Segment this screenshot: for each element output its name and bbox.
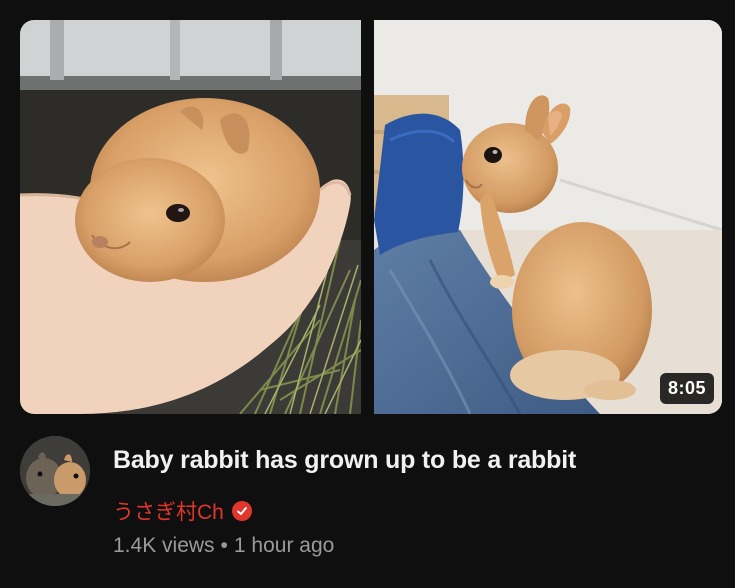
video-meta: Baby rabbit has grown up to be a rabbit … [20, 434, 722, 574]
channel-avatar[interactable] [20, 436, 90, 506]
right-panel [374, 20, 722, 414]
video-title[interactable]: Baby rabbit has grown up to be a rabbit [113, 446, 576, 475]
channel-name[interactable]: うさぎ村Ch [113, 496, 224, 526]
channel-row: うさぎ村Ch [113, 496, 252, 526]
thumbnail-image [20, 20, 722, 414]
meta-separator: • [220, 534, 228, 557]
duration-badge: 8:05 [659, 373, 714, 404]
view-count: 1.4K views [113, 534, 215, 557]
video-stats: 1.4K views • 1 hour ago [113, 534, 334, 558]
left-panel [20, 20, 362, 414]
avatar-image [20, 436, 90, 506]
verified-check-icon [231, 501, 252, 521]
upload-age: 1 hour ago [233, 534, 335, 557]
video-thumbnail[interactable]: 8:05 [20, 20, 722, 414]
